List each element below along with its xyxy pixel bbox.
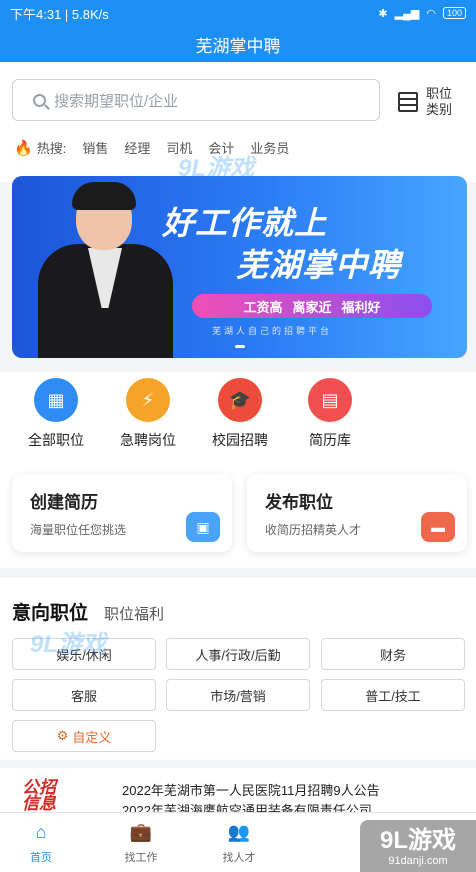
nav-find-job[interactable]: 💼 找工作 xyxy=(106,819,176,865)
hot-term[interactable]: 会计 xyxy=(208,138,234,157)
card-title: 创建简历 xyxy=(30,493,98,512)
app-title: 芜湖掌中聘 xyxy=(0,26,476,62)
post-job-card[interactable]: 发布职位 收简历招精英人才 ▬ xyxy=(247,474,467,552)
layers-icon xyxy=(396,92,420,112)
home-icon: ⌂ xyxy=(35,821,47,842)
public-recruit-logo: 公招 信息 xyxy=(22,779,88,813)
intent-tabs: 意向职位 职位福利 xyxy=(12,598,164,625)
job-chip[interactable]: 市场/营销 xyxy=(166,679,310,711)
search-input[interactable]: 搜索期望职位/企业 xyxy=(12,79,380,121)
custom-label: 自定义 xyxy=(72,729,112,745)
search-section: 搜索期望职位/企业 职位 类别 🔥 热搜: 销售 经理 司机 会计 业务员 xyxy=(0,62,476,182)
search-icon xyxy=(33,93,46,107)
status-time: 下午4:31 | 5.8K/s xyxy=(10,6,109,22)
hot-search-label: 热搜: xyxy=(36,141,67,156)
battery-icon: 100 xyxy=(442,7,466,19)
grid-icon: ▦ xyxy=(34,378,78,422)
job-chip[interactable]: 娱乐/休闲 xyxy=(12,638,156,670)
news-item[interactable]: 2022年芜湖市第一人民医院11月招聘9人公告 xyxy=(122,780,380,799)
briefcase-icon: ⚡ xyxy=(126,378,170,422)
pill-item: 离家近 xyxy=(292,299,332,315)
briefcase-icon: 💼 xyxy=(129,821,153,842)
job-chip[interactable]: 人事/行政/后勤 xyxy=(166,638,310,670)
hot-term[interactable]: 司机 xyxy=(166,138,192,157)
hot-search: 🔥 热搜: 销售 经理 司机 会计 业务员 xyxy=(14,138,289,157)
pill-item: 工资高 xyxy=(243,299,283,315)
nav-label: 找工作 xyxy=(124,852,158,864)
quick-nav: ▦ 全部职位 ⚡ 急聘岗位 🎓 校园招聘 ▤ 简历库 xyxy=(0,372,476,452)
drawer-icon: ▤ xyxy=(308,378,352,422)
quick-nav-label: 全部职位 xyxy=(28,432,84,448)
status-bar: 下午4:31 | 5.8K/s ✱ ▂▄▆ ◠ 100 xyxy=(0,0,476,26)
promo-banner[interactable]: 好工作就上 芜湖掌中聘 工资高 离家近 福利好 芜湖人自己的招聘平台 xyxy=(12,176,467,358)
quick-nav-label: 简历库 xyxy=(309,432,351,448)
banner-subtitle: 芜湖人自己的招聘平台 xyxy=(212,326,333,336)
job-chip[interactable]: 普工/技工 xyxy=(321,679,465,711)
people-icon: 👥 xyxy=(227,821,251,842)
category-label-1: 职位 xyxy=(426,86,453,101)
resume-icon: ▣ xyxy=(186,512,220,542)
signal-icon: ▂▄▆ xyxy=(394,7,420,20)
wifi-icon: ◠ xyxy=(426,7,436,20)
pill-item: 福利好 xyxy=(341,299,381,315)
job-chip[interactable]: 客服 xyxy=(12,679,156,711)
quick-nav-label: 校园招聘 xyxy=(212,432,268,448)
logo-line: 信息 xyxy=(22,794,56,813)
quick-nav-resume-bank[interactable]: ▤ 简历库 xyxy=(288,378,372,450)
model-photo xyxy=(38,182,173,358)
tab-intended-jobs[interactable]: 意向职位 xyxy=(12,598,88,625)
quick-nav-all-jobs[interactable]: ▦ 全部职位 xyxy=(14,378,98,450)
nav-home[interactable]: ⌂ 首页 xyxy=(6,819,76,865)
watermark-url: 91danji.com xyxy=(388,855,448,867)
quick-nav-label: 急聘岗位 xyxy=(120,432,176,448)
news-section: 公招 信息 2022年芜湖市第一人民医院11月招聘9人公告 2022年芜湖海鹰航… xyxy=(0,768,476,818)
banner-pill: 工资高 离家近 福利好 xyxy=(192,294,432,318)
quick-nav-urgent[interactable]: ⚡ 急聘岗位 xyxy=(106,378,190,450)
banner-headline-2: 芜湖掌中聘 xyxy=(236,247,402,283)
category-label-2: 类别 xyxy=(426,102,453,117)
hot-term[interactable]: 销售 xyxy=(82,138,108,157)
flame-icon: 🔥 xyxy=(14,139,33,157)
hot-term[interactable]: 经理 xyxy=(124,138,150,157)
custom-chip[interactable]: ⚙ 自定义 xyxy=(12,720,156,752)
nav-find-talent[interactable]: 👥 找人才 xyxy=(204,819,274,865)
briefcase-icon: ▬ xyxy=(421,512,455,542)
carousel-indicator xyxy=(235,345,245,348)
create-resume-card[interactable]: 创建简历 海量职位任您挑选 ▣ xyxy=(12,474,232,552)
gear-icon: ⚙ xyxy=(56,728,69,743)
action-cards: 创建简历 海量职位任您挑选 ▣ 发布职位 收简历招精英人才 ▬ xyxy=(0,452,476,568)
status-icons: ✱ ▂▄▆ ◠ 100 xyxy=(378,7,466,20)
tab-job-benefits[interactable]: 职位福利 xyxy=(104,603,164,624)
graduation-cap-icon: 🎓 xyxy=(218,378,262,422)
search-placeholder: 搜索期望职位/企业 xyxy=(54,92,179,110)
banner-headline-1: 好工作就上 xyxy=(162,205,328,241)
nav-label: 首页 xyxy=(30,852,52,864)
quick-nav-campus[interactable]: 🎓 校园招聘 xyxy=(198,378,282,450)
job-category-button[interactable]: 职位 类别 xyxy=(396,84,468,120)
watermark-brand: 9L游戏 xyxy=(379,827,456,854)
watermark-badge: 9L游戏 91danji.com xyxy=(360,820,476,872)
job-chip[interactable]: 财务 xyxy=(321,638,465,670)
intent-section: 意向职位 职位福利 娱乐/休闲 人事/行政/后勤 财务 客服 市场/营销 普工/… xyxy=(0,578,476,760)
nav-label: 找人才 xyxy=(222,852,256,864)
bluetooth-icon: ✱ xyxy=(378,7,388,20)
card-title: 发布职位 xyxy=(265,493,333,512)
hot-term[interactable]: 业务员 xyxy=(250,138,289,157)
